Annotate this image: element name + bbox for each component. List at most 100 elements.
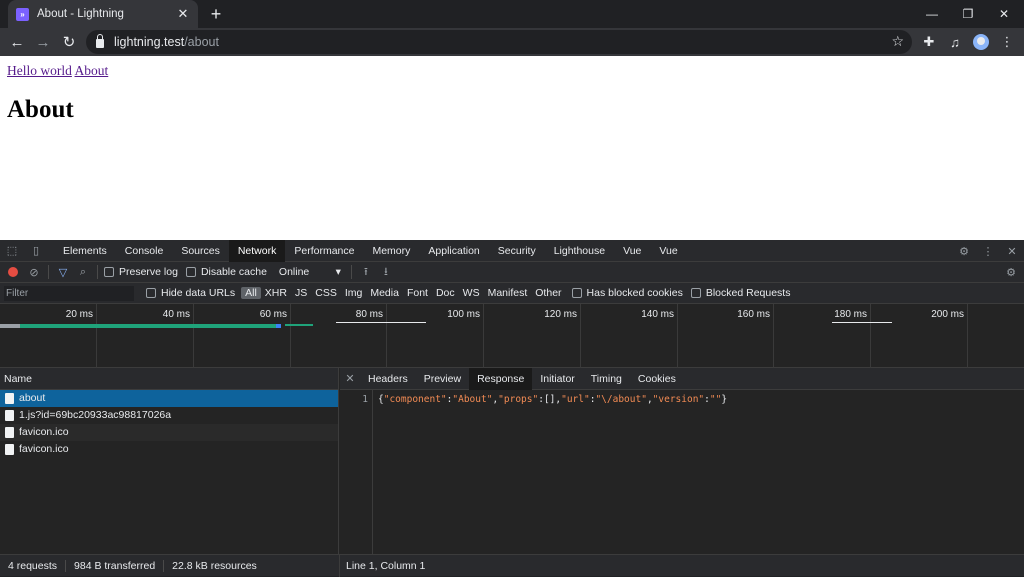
tab-headers[interactable]: Headers [360, 368, 416, 390]
tab-lighthouse[interactable]: Lighthouse [545, 240, 614, 262]
has-blocked-cookies-label: Has blocked cookies [586, 287, 683, 299]
close-detail-icon[interactable]: ✕ [340, 372, 360, 385]
tab-sources[interactable]: Sources [172, 240, 229, 262]
link-hello-world[interactable]: Hello world [7, 63, 72, 78]
filter-type-img[interactable]: Img [341, 287, 367, 299]
devtools-menu-icon[interactable]: ⋮ [976, 240, 1000, 262]
profile-avatar[interactable] [971, 32, 991, 52]
close-tab-icon[interactable]: ✕ [176, 6, 190, 22]
request-count: 4 requests [8, 559, 67, 572]
blocked-requests-checkbox[interactable]: Blocked Requests [690, 287, 790, 299]
filter-type-media[interactable]: Media [366, 287, 403, 299]
dom-loaded-line [336, 322, 426, 323]
filter-type-manifest[interactable]: Manifest [484, 287, 532, 299]
address-bar[interactable]: lightning.test/about ☆ [86, 30, 912, 54]
filter-type-doc[interactable]: Doc [432, 287, 459, 299]
document-icon [5, 444, 14, 455]
checkbox-box [690, 288, 701, 298]
filter-type-ws[interactable]: WS [459, 287, 484, 299]
link-about[interactable]: About [75, 63, 109, 78]
tab-initiator[interactable]: Initiator [532, 368, 582, 390]
browser-tab[interactable]: » About - Lightning ✕ [8, 0, 198, 28]
filter-type-font[interactable]: Font [403, 287, 432, 299]
preserve-log-checkbox[interactable]: Preserve log [104, 266, 178, 278]
hide-data-urls-checkbox[interactable]: Hide data URLs [146, 287, 235, 299]
has-blocked-cookies-checkbox[interactable]: Has blocked cookies [571, 287, 683, 299]
restore-icon[interactable]: ❐ [950, 0, 986, 28]
tab-elements[interactable]: Elements [54, 240, 116, 262]
reload-icon[interactable]: ↻ [59, 32, 79, 52]
lock-icon [96, 34, 104, 48]
line-number: 1 [340, 390, 373, 554]
record-icon[interactable] [8, 267, 18, 277]
menu-kebab-icon[interactable]: ⋮ [997, 32, 1017, 52]
overview-tick: 100 ms [387, 304, 484, 368]
tick-label: 20 ms [65, 309, 93, 320]
tab-preview[interactable]: Preview [416, 368, 469, 390]
minimize-icon[interactable]: — [914, 0, 950, 28]
tab-cookies[interactable]: Cookies [630, 368, 684, 390]
tab-application[interactable]: Application [419, 240, 488, 262]
devtools-settings-icon[interactable]: ⚙ [952, 240, 976, 262]
url-path: /about [184, 35, 219, 49]
export-har-icon[interactable]: ⭳ [376, 263, 396, 282]
tick-label: 120 ms [544, 309, 577, 320]
inspect-icon[interactable]: ⬚ [0, 240, 24, 262]
throttle-select[interactable]: Online ▾ [279, 266, 341, 278]
import-har-icon[interactable]: ⭱ [356, 263, 376, 282]
filter-type-other[interactable]: Other [531, 287, 565, 299]
tab-vue-1[interactable]: Vue [614, 240, 650, 262]
filter-type-js[interactable]: JS [291, 287, 311, 299]
tab-performance[interactable]: Performance [285, 240, 363, 262]
request-row[interactable]: about [0, 390, 338, 407]
window-close-icon[interactable]: ✕ [986, 0, 1022, 28]
search-icon[interactable]: ⌕ [73, 266, 93, 279]
tab-security[interactable]: Security [489, 240, 545, 262]
filter-type-all[interactable]: All [241, 287, 261, 299]
devtools-panel-tabs: ⬚ ▯ Elements Console Sources Network Per… [0, 239, 1024, 262]
network-settings-icon[interactable]: ⚙ [1001, 266, 1021, 279]
load-line [832, 322, 892, 323]
tab-response[interactable]: Response [469, 367, 533, 390]
tick-label: 140 ms [641, 309, 674, 320]
cursor-position: Line 1, Column 1 [346, 559, 426, 572]
tab-timing[interactable]: Timing [583, 368, 630, 390]
filter-icon[interactable]: ▽ [53, 266, 73, 279]
clear-icon[interactable]: ⊘ [24, 266, 44, 279]
code-token: "About" [452, 394, 493, 405]
filter-type-css[interactable]: CSS [311, 287, 341, 299]
disable-cache-checkbox[interactable]: Disable cache [185, 266, 267, 278]
media-control-icon[interactable]: ♫ [945, 32, 965, 52]
request-name: 1.js?id=69bc20933ac98817026a [19, 409, 172, 421]
network-overview[interactable]: 20 ms 40 ms 60 ms 80 ms 100 ms 120 ms 14… [0, 304, 1024, 368]
overview-tick: 160 ms [678, 304, 774, 368]
divider [350, 265, 352, 279]
response-body[interactable]: 1 {"component":"About","props":[],"url":… [340, 390, 1024, 554]
device-toolbar-icon[interactable]: ▯ [24, 240, 48, 262]
chevron-down-icon: ▾ [335, 266, 341, 278]
filter-input[interactable]: Filter [4, 285, 134, 301]
tab-memory[interactable]: Memory [363, 240, 419, 262]
filter-type-xhr[interactable]: XHR [261, 287, 291, 299]
overview-tick: 20 ms [0, 304, 97, 368]
forward-icon[interactable]: → [33, 32, 53, 52]
bookmark-star-icon[interactable]: ☆ [891, 33, 904, 50]
tab-console[interactable]: Console [116, 240, 173, 262]
tab-vue-2[interactable]: Vue [650, 240, 686, 262]
request-row[interactable]: 1.js?id=69bc20933ac98817026a [0, 407, 338, 424]
new-tab-icon[interactable]: + [206, 4, 226, 24]
disable-cache-label: Disable cache [200, 266, 267, 278]
request-row[interactable]: favicon.ico [0, 441, 338, 458]
transferred-size: 984 B transferred [74, 559, 165, 572]
network-toolbar: ⊘ ▽ ⌕ Preserve log Disable cache Online ▾… [0, 262, 1024, 283]
tab-network[interactable]: Network [228, 239, 286, 262]
request-name: favicon.ico [19, 443, 69, 455]
back-icon[interactable]: ← [7, 32, 27, 52]
extensions-icon[interactable]: ✚ [919, 32, 939, 52]
tab-title: About - Lightning [37, 8, 124, 20]
document-icon [5, 427, 14, 438]
request-row[interactable]: favicon.ico [0, 424, 338, 441]
devtools-close-icon[interactable]: ✕ [1000, 240, 1024, 262]
tab-strip: » About - Lightning ✕ + — ❐ ✕ [0, 0, 1024, 28]
column-header-name[interactable]: Name [0, 368, 338, 390]
